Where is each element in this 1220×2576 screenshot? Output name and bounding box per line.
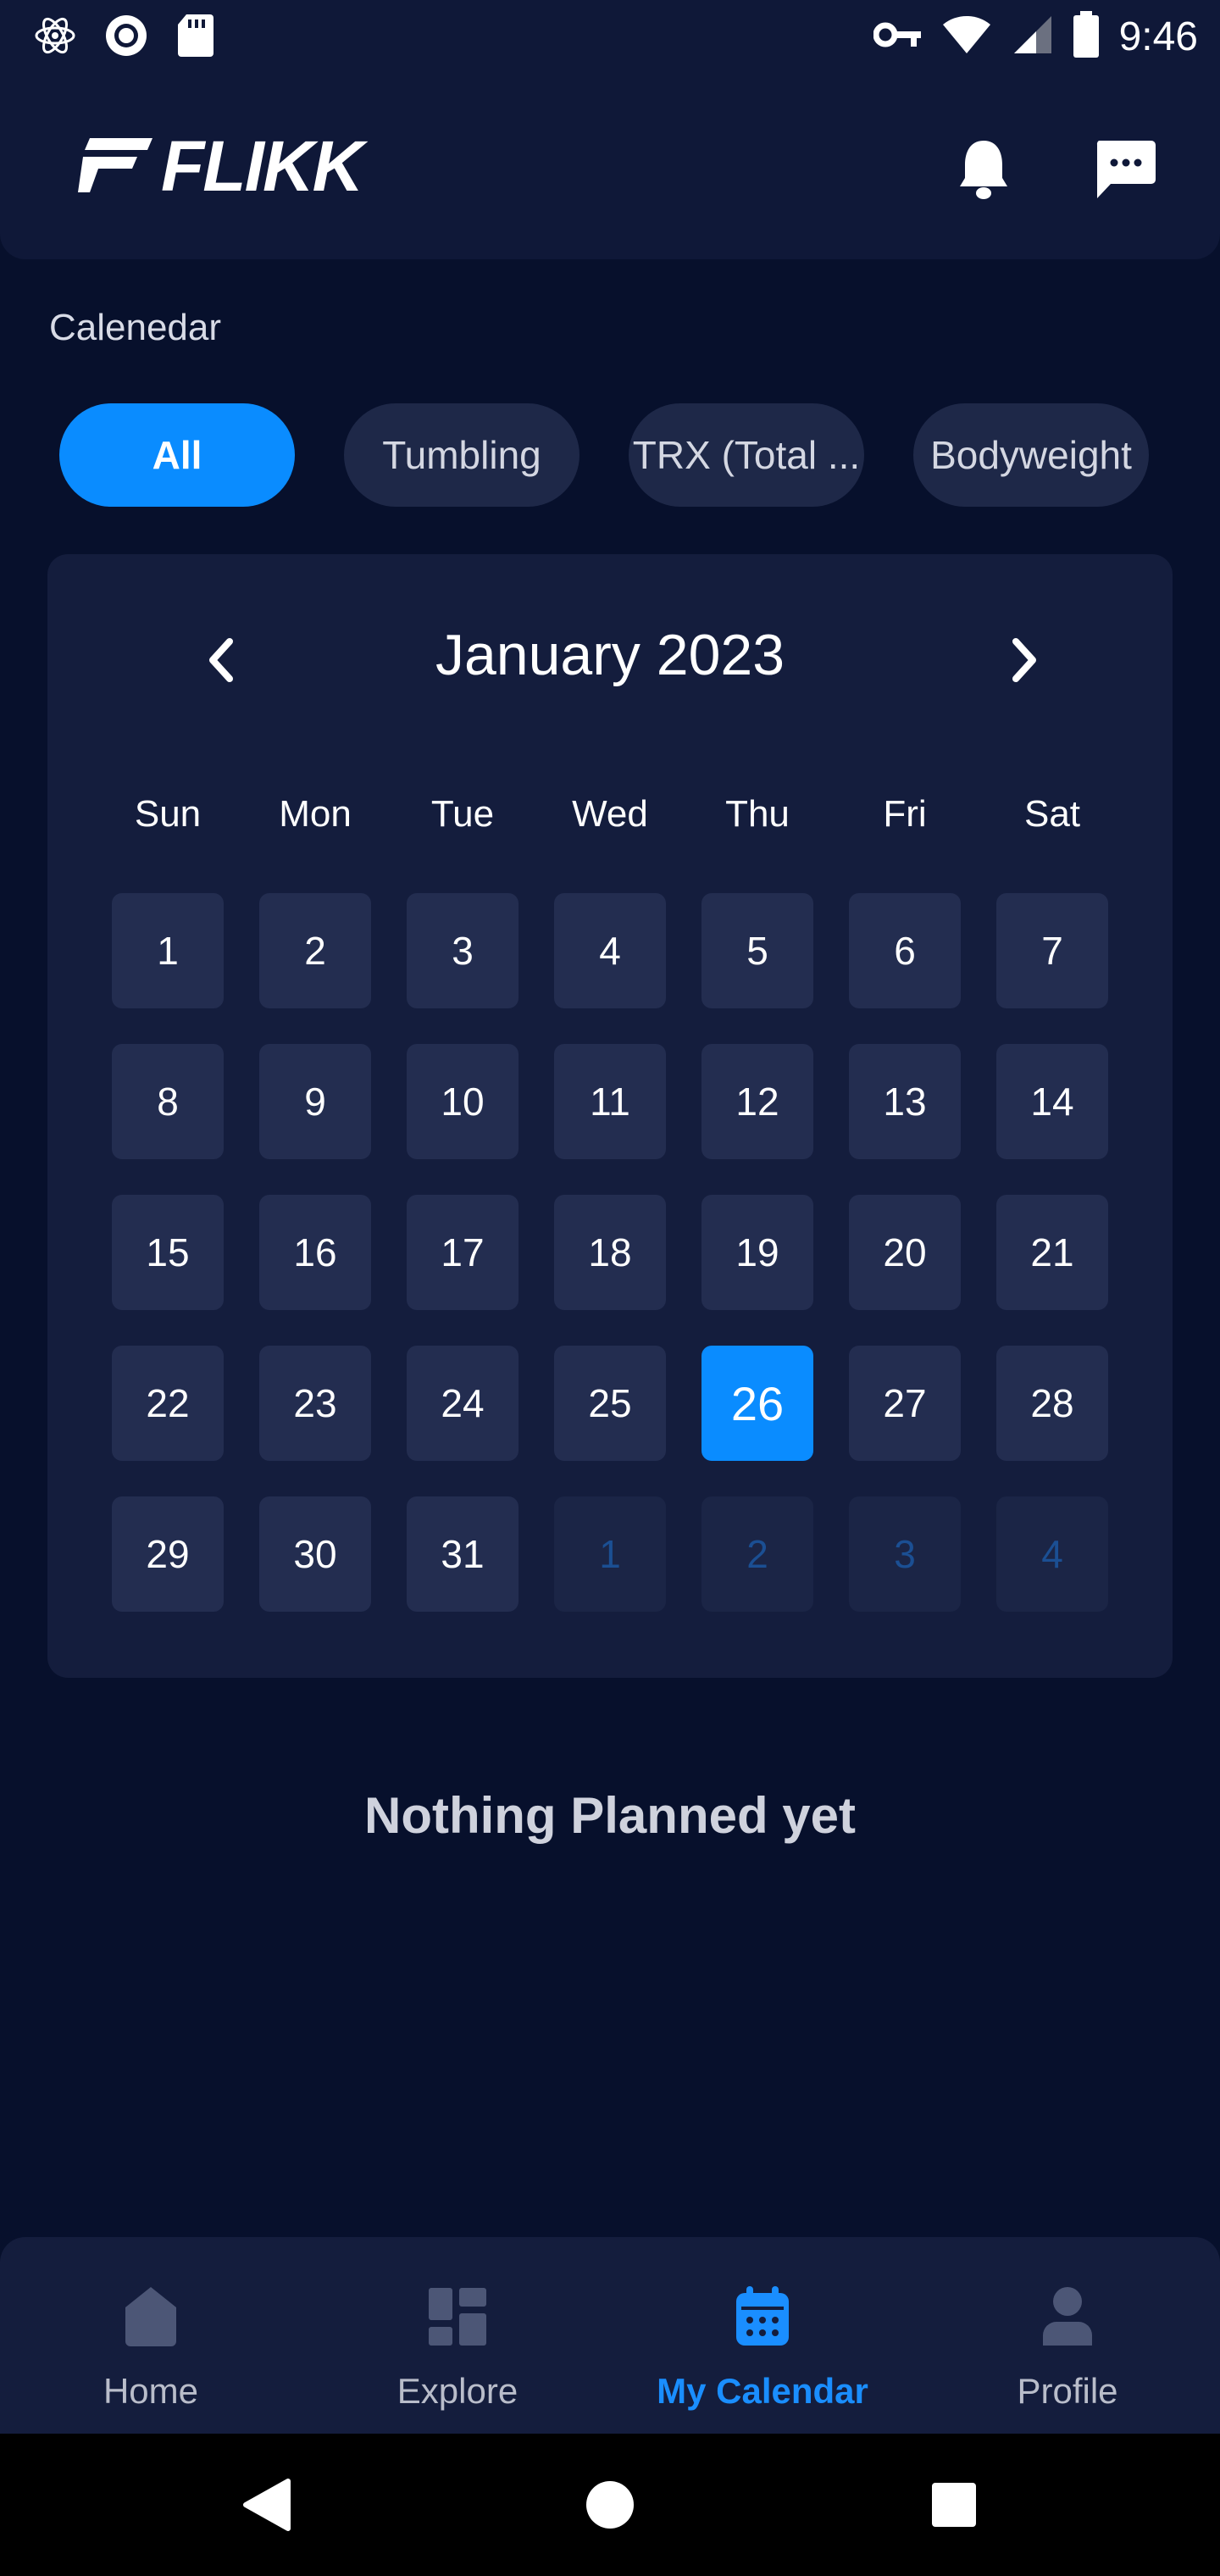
filter-chips: All Tumbling TRX (Total ... Bodyweight [0, 403, 1220, 507]
notifications-button[interactable] [952, 134, 1015, 205]
system-back-button[interactable] [242, 2478, 291, 2535]
status-time: 9:46 [1118, 14, 1198, 59]
calendar-day-next-month[interactable]: 1 [554, 1496, 666, 1612]
status-left-icons [34, 12, 215, 63]
home-circle-icon [586, 2481, 634, 2529]
calendar-day[interactable]: 10 [407, 1044, 518, 1159]
sd-card-icon [176, 13, 215, 62]
system-recents-button[interactable] [930, 2481, 978, 2532]
calendar-day[interactable]: 1 [112, 893, 224, 1008]
calendar-card: January 2023 Sun Mon Tue Wed Thu Fri Sat 1 2 3 4 5 6… [47, 554, 1173, 1678]
calendar-day[interactable]: 16 [259, 1195, 371, 1310]
calendar-day[interactable]: 24 [407, 1346, 518, 1461]
calendar-icon [736, 2286, 789, 2346]
calendar-day[interactable]: 31 [407, 1496, 518, 1612]
calendar-day[interactable]: 12 [702, 1044, 813, 1159]
logo-text: FLIKK [161, 126, 363, 206]
signal-icon [1011, 14, 1053, 58]
home-icon [125, 2287, 176, 2346]
chip-trx[interactable]: TRX (Total ... [629, 403, 864, 507]
record-icon [103, 13, 149, 62]
next-month-button[interactable] [995, 622, 1054, 698]
nav-explore-label: Explore [396, 2371, 518, 2411]
chip-all[interactable]: All [59, 403, 295, 507]
weekday-header: Wed [572, 793, 648, 835]
system-navigation-bar [0, 2434, 1220, 2576]
calendar-day[interactable]: 8 [112, 1044, 224, 1159]
calendar-day[interactable]: 29 [112, 1496, 224, 1612]
grid-icon [429, 2288, 486, 2346]
bell-icon [960, 141, 1007, 199]
battery-icon [1072, 11, 1101, 62]
calendar-day[interactable]: 25 [554, 1346, 666, 1461]
nav-explore[interactable]: Explore [330, 2281, 585, 2425]
status-bar: 9:46 [0, 0, 1220, 75]
calendar-day[interactable]: 2 [259, 893, 371, 1008]
chip-tumbling[interactable]: Tumbling [344, 403, 580, 507]
flikk-logo-mark [78, 138, 152, 192]
weekday-header: Thu [725, 793, 790, 835]
calendar-day[interactable]: 13 [849, 1044, 961, 1159]
calendar-day[interactable]: 17 [407, 1195, 518, 1310]
calendar-day-next-month[interactable]: 2 [702, 1496, 813, 1612]
calendar-day[interactable]: 19 [702, 1195, 813, 1310]
status-right-icons: 9:46 [873, 8, 1198, 64]
calendar-day[interactable]: 22 [112, 1346, 224, 1461]
chip-bodyweight[interactable]: Bodyweight [913, 403, 1149, 507]
nav-home-label: Home [103, 2371, 199, 2411]
chat-icon [1096, 141, 1156, 198]
calendar-day[interactable]: 28 [996, 1346, 1108, 1461]
weekday-header: Sat [1023, 793, 1081, 835]
nav-home[interactable]: Home [24, 2281, 278, 2425]
wifi-icon [941, 14, 992, 58]
calendar-day-selected[interactable]: 26 [702, 1346, 813, 1461]
calendar-day[interactable]: 7 [996, 893, 1108, 1008]
weekday-header: Sun [134, 793, 202, 835]
calendar-day[interactable]: 23 [259, 1346, 371, 1461]
flikk-logo: FLIKK [78, 126, 363, 206]
chevron-right-icon [1012, 638, 1036, 682]
calendar-day[interactable]: 30 [259, 1496, 371, 1612]
calendar-day[interactable]: 6 [849, 893, 961, 1008]
calendar-day[interactable]: 14 [996, 1044, 1108, 1159]
calendar-day[interactable]: 21 [996, 1195, 1108, 1310]
nav-profile[interactable]: Profile [940, 2281, 1195, 2425]
nav-my-calendar[interactable]: My Calendar [635, 2281, 890, 2425]
vpn-key-icon [873, 20, 923, 53]
system-home-button[interactable] [585, 2479, 635, 2534]
calendar-day-next-month[interactable]: 4 [996, 1496, 1108, 1612]
nav-profile-label: Profile [1017, 2371, 1118, 2411]
calendar-day[interactable]: 9 [259, 1044, 371, 1159]
empty-state-message: Nothing Planned yet [363, 1787, 857, 1844]
weekday-header: Mon [279, 793, 352, 835]
calendar-day[interactable]: 5 [702, 893, 813, 1008]
page-title: Calenedar [49, 307, 222, 348]
calendar-day-next-month[interactable]: 3 [849, 1496, 961, 1612]
messages-button[interactable] [1093, 136, 1157, 203]
bottom-navigation: Home Explore My Calendar Profile [0, 2237, 1220, 2434]
atom-icon [34, 13, 76, 62]
app-header: FLIKK [0, 75, 1220, 259]
calendar-day[interactable]: 3 [407, 893, 518, 1008]
nav-my-calendar-label: My Calendar [657, 2371, 868, 2411]
calendar-day[interactable]: 27 [849, 1346, 961, 1461]
calendar-day[interactable]: 15 [112, 1195, 224, 1310]
calendar-day[interactable]: 18 [554, 1195, 666, 1310]
person-icon [1043, 2287, 1092, 2346]
weekday-header: Tue [430, 793, 495, 835]
weekday-header: Fri [883, 793, 927, 835]
calendar-day[interactable]: 4 [554, 893, 666, 1008]
calendar-day[interactable]: 11 [554, 1044, 666, 1159]
back-triangle-icon [243, 2479, 291, 2531]
recents-square-icon [932, 2483, 976, 2527]
calendar-day[interactable]: 20 [849, 1195, 961, 1310]
